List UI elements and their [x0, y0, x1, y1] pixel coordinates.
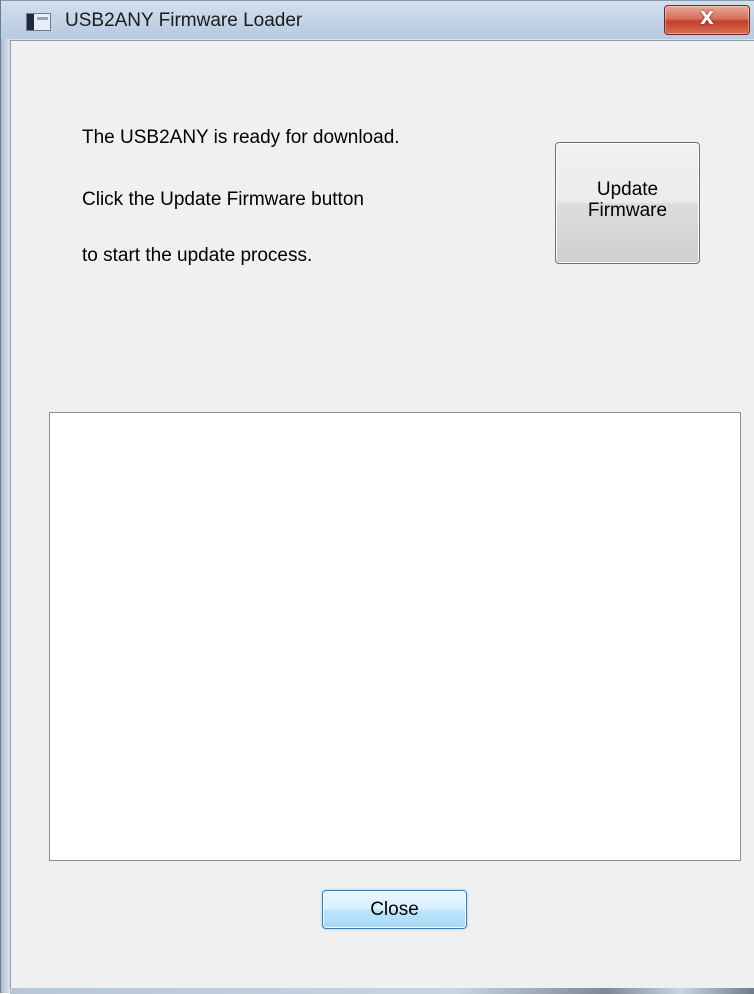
- app-window-icon: [26, 13, 51, 31]
- dialog-body: The USB2ANY is ready for download. Click…: [10, 40, 754, 994]
- firmware-loader-window: USB2ANY Firmware Loader X The USB2ANY is…: [0, 0, 754, 994]
- status-message-line-2: Click the Update Firmware button: [82, 189, 364, 210]
- close-x-icon[interactable]: X: [664, 5, 750, 35]
- status-message-line-1: The USB2ANY is ready for download.: [82, 127, 400, 148]
- progress-log-box[interactable]: [49, 412, 741, 861]
- update-firmware-button[interactable]: Update Firmware: [555, 142, 700, 264]
- close-button[interactable]: Close: [322, 890, 467, 929]
- window-bottom-edge: [10, 988, 754, 994]
- status-message-line-3: to start the update process.: [82, 245, 313, 266]
- title-bar[interactable]: USB2ANY Firmware Loader X: [1, 1, 754, 39]
- window-title: USB2ANY Firmware Loader: [65, 10, 303, 31]
